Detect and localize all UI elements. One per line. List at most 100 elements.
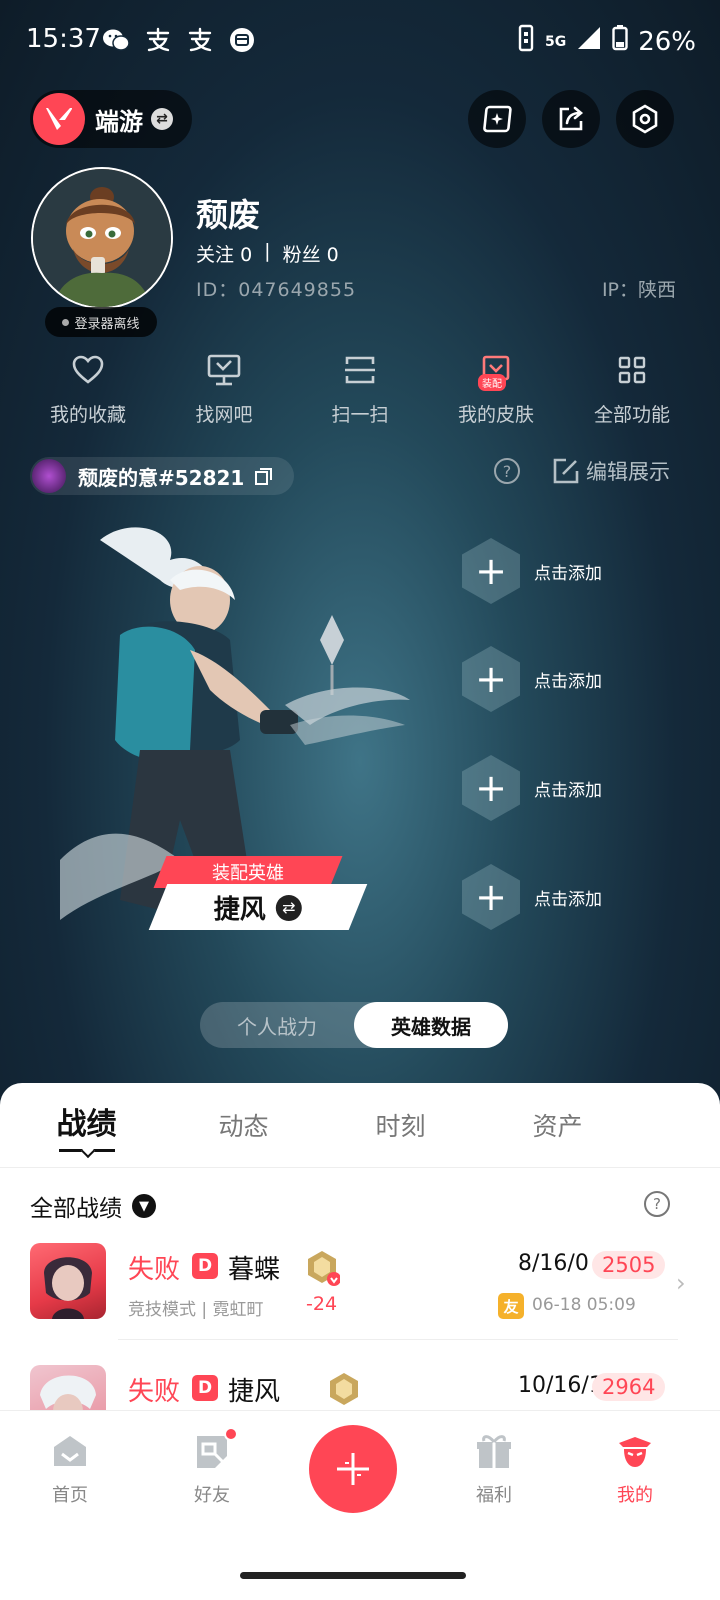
gift-icon (474, 1431, 514, 1471)
notification-icons (102, 26, 256, 54)
valorant-logo-icon (33, 93, 85, 145)
nav-label: 福利 (476, 1485, 512, 1506)
match-mode: 竞技模式 | 霓虹町 (128, 1300, 264, 1320)
add-slot-label: 点击添加 (534, 671, 602, 692)
nav-home[interactable]: 首页 (20, 1431, 120, 1507)
add-icon: + (462, 646, 520, 712)
alipay-icon (144, 26, 172, 54)
offline-dot-icon (62, 318, 70, 326)
match-score: 2964 (592, 1373, 666, 1401)
help-icon[interactable]: ? (494, 458, 520, 484)
create-button[interactable] (309, 1425, 397, 1513)
signal-icon (576, 25, 602, 58)
match-agent-name: 捷风 (228, 1377, 281, 1407)
divider (0, 1167, 720, 1168)
rank-icon (326, 1371, 362, 1407)
battery-level: 26% (638, 26, 696, 57)
app-notification-icon (228, 26, 256, 54)
add-icon: + (462, 755, 520, 821)
hero-name: 捷风 (213, 894, 266, 925)
equip-hero-text: 装配英雄 (212, 863, 284, 884)
match-badge: D (192, 1375, 218, 1401)
quick-item-my-skins[interactable]: 装配 我的皮肤 (428, 350, 564, 427)
quick-item-favorites[interactable]: 我的收藏 (20, 350, 156, 427)
quick-item-scan[interactable]: 扫一扫 (292, 350, 428, 427)
follow-stats: 关注 0 | 粉丝 0 (196, 240, 339, 267)
agent-portrait (30, 1243, 106, 1319)
nav-benefits[interactable]: 福利 (444, 1431, 544, 1507)
vibrate-icon (517, 24, 535, 59)
filter-label: 全部战绩 (30, 1196, 122, 1222)
skin-icon: 装配 (476, 350, 516, 391)
stats-divider: | (264, 240, 271, 262)
add-icon: + (462, 864, 520, 930)
heart-icon (68, 350, 108, 390)
edit-display-label: 编辑展示 (586, 460, 670, 484)
help-icon[interactable]: ? (644, 1191, 670, 1217)
profile-icon (615, 1431, 655, 1471)
home-icon (50, 1431, 90, 1471)
add-slot[interactable]: + 点击添加 (462, 864, 602, 930)
add-icon: + (462, 538, 520, 604)
add-slot-label: 点击添加 (534, 780, 602, 801)
divider (118, 1339, 678, 1340)
nav-me[interactable]: 我的 (585, 1431, 685, 1507)
game-name: 端游 (95, 107, 143, 136)
friends-icon (192, 1427, 238, 1471)
avatar-image (33, 169, 171, 307)
wechat-icon (102, 26, 130, 54)
user-id: ID：047649855 (196, 279, 357, 301)
tab-records[interactable]: 战绩 (8, 1083, 165, 1167)
match-result: 失败 (128, 1377, 181, 1407)
copy-icon[interactable] (254, 466, 274, 486)
settings-hexagon-icon (632, 104, 658, 134)
toggle-hero-data[interactable]: 英雄数据 (354, 1002, 508, 1048)
match-row[interactable]: 失败 D 暮蝶 竞技模式 | 霓虹町 -24 8/16/0 2505 友 06-… (0, 1243, 720, 1353)
create-post-button[interactable] (468, 90, 526, 148)
nav-friends[interactable]: 好友 (162, 1427, 262, 1507)
active-tab-indicator (58, 1148, 115, 1152)
tab-label: 资产 (532, 1112, 583, 1141)
following-link[interactable]: 关注 0 (196, 240, 252, 267)
quick-item-label: 我的收藏 (49, 404, 126, 426)
riot-id: 颓废的意#52821 (78, 465, 245, 490)
network-label: 5G (544, 33, 567, 50)
share-icon (559, 106, 584, 131)
toggle-personal-power[interactable]: 个人战力 (200, 1002, 354, 1048)
nav-label: 我的 (617, 1485, 653, 1506)
add-slot-label: 点击添加 (534, 889, 602, 910)
game-switch-button[interactable]: 端游 ⇄ (30, 90, 192, 148)
following-count: 0 (240, 244, 253, 266)
battery-icon (612, 25, 628, 58)
home-indicator[interactable] (240, 1572, 466, 1579)
notification-dot (224, 1427, 238, 1441)
settings-button[interactable] (616, 90, 674, 148)
avatar[interactable] (31, 167, 173, 309)
launcher-status-badge: 登录器离线 (45, 307, 157, 337)
share-button[interactable] (542, 90, 600, 148)
hero-switch-button[interactable]: 捷风 ⇄ (148, 884, 368, 930)
edit-display-button[interactable]: 编辑展示 (552, 456, 670, 486)
tab-label: 动态 (218, 1112, 269, 1141)
quick-item-find-netcafe[interactable]: 找网吧 (156, 350, 292, 427)
nav-label: 好友 (194, 1485, 230, 1506)
status-time: 15:37 (26, 24, 101, 54)
tab-moments[interactable]: 时刻 (322, 1083, 479, 1167)
add-slot[interactable]: + 点击添加 (462, 646, 602, 712)
scan-icon (340, 350, 380, 390)
tab-feed[interactable]: 动态 (165, 1083, 322, 1167)
launcher-status-text: 登录器离线 (74, 316, 140, 332)
quick-item-label: 扫一扫 (331, 404, 389, 426)
chevron-down-icon: ▼ (132, 1194, 156, 1218)
alipay-icon-2 (186, 26, 214, 54)
fans-link[interactable]: 粉丝 0 (283, 240, 339, 267)
swap-icon: ⇄ (151, 108, 173, 130)
match-agent-name: 暮蝶 (228, 1255, 281, 1285)
records-filter-dropdown[interactable]: 全部战绩 ▼ (30, 1189, 156, 1223)
riot-account-tag[interactable]: 颓废的意#52821 (30, 457, 294, 495)
match-badge: D (192, 1253, 218, 1279)
quick-item-all-functions[interactable]: 全部功能 (564, 350, 700, 427)
add-slot[interactable]: + 点击添加 (462, 755, 602, 821)
add-slot[interactable]: + 点击添加 (462, 538, 602, 604)
tab-assets[interactable]: 资产 (479, 1083, 636, 1167)
